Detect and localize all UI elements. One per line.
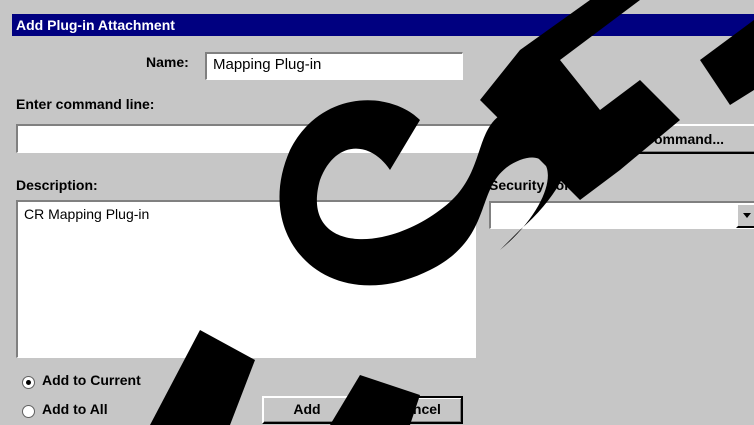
name-label: Name:: [146, 54, 189, 70]
name-field[interactable]: Mapping Plug-in: [205, 52, 463, 80]
build-command-label: Build Command...: [605, 131, 724, 147]
radio-add-to-current[interactable]: [22, 376, 35, 389]
add-button[interactable]: Add: [262, 396, 352, 424]
radio-selected-dot: [26, 380, 31, 385]
description-textarea[interactable]: CR Mapping Plug-in: [16, 200, 476, 358]
chevron-down-icon[interactable]: [736, 203, 754, 228]
build-command-button[interactable]: Build Command...: [598, 124, 754, 154]
add-plugin-dialog: Add Plug-in Attachment Name: Mapping Plu…: [0, 0, 754, 425]
command-line-label: Enter command line:: [16, 96, 155, 112]
radio-add-to-current-label: Add to Current: [42, 372, 141, 388]
security-token-select[interactable]: [489, 201, 754, 229]
cancel-button[interactable]: Cancel: [373, 396, 463, 424]
dialog-title: Add Plug-in Attachment: [12, 14, 754, 36]
radio-add-to-all-label: Add to All: [42, 401, 108, 417]
security-token-label: Security Token:: [489, 177, 593, 193]
radio-add-to-all[interactable]: [22, 405, 35, 418]
command-line-input[interactable]: [16, 124, 594, 153]
description-label: Description:: [16, 177, 98, 193]
